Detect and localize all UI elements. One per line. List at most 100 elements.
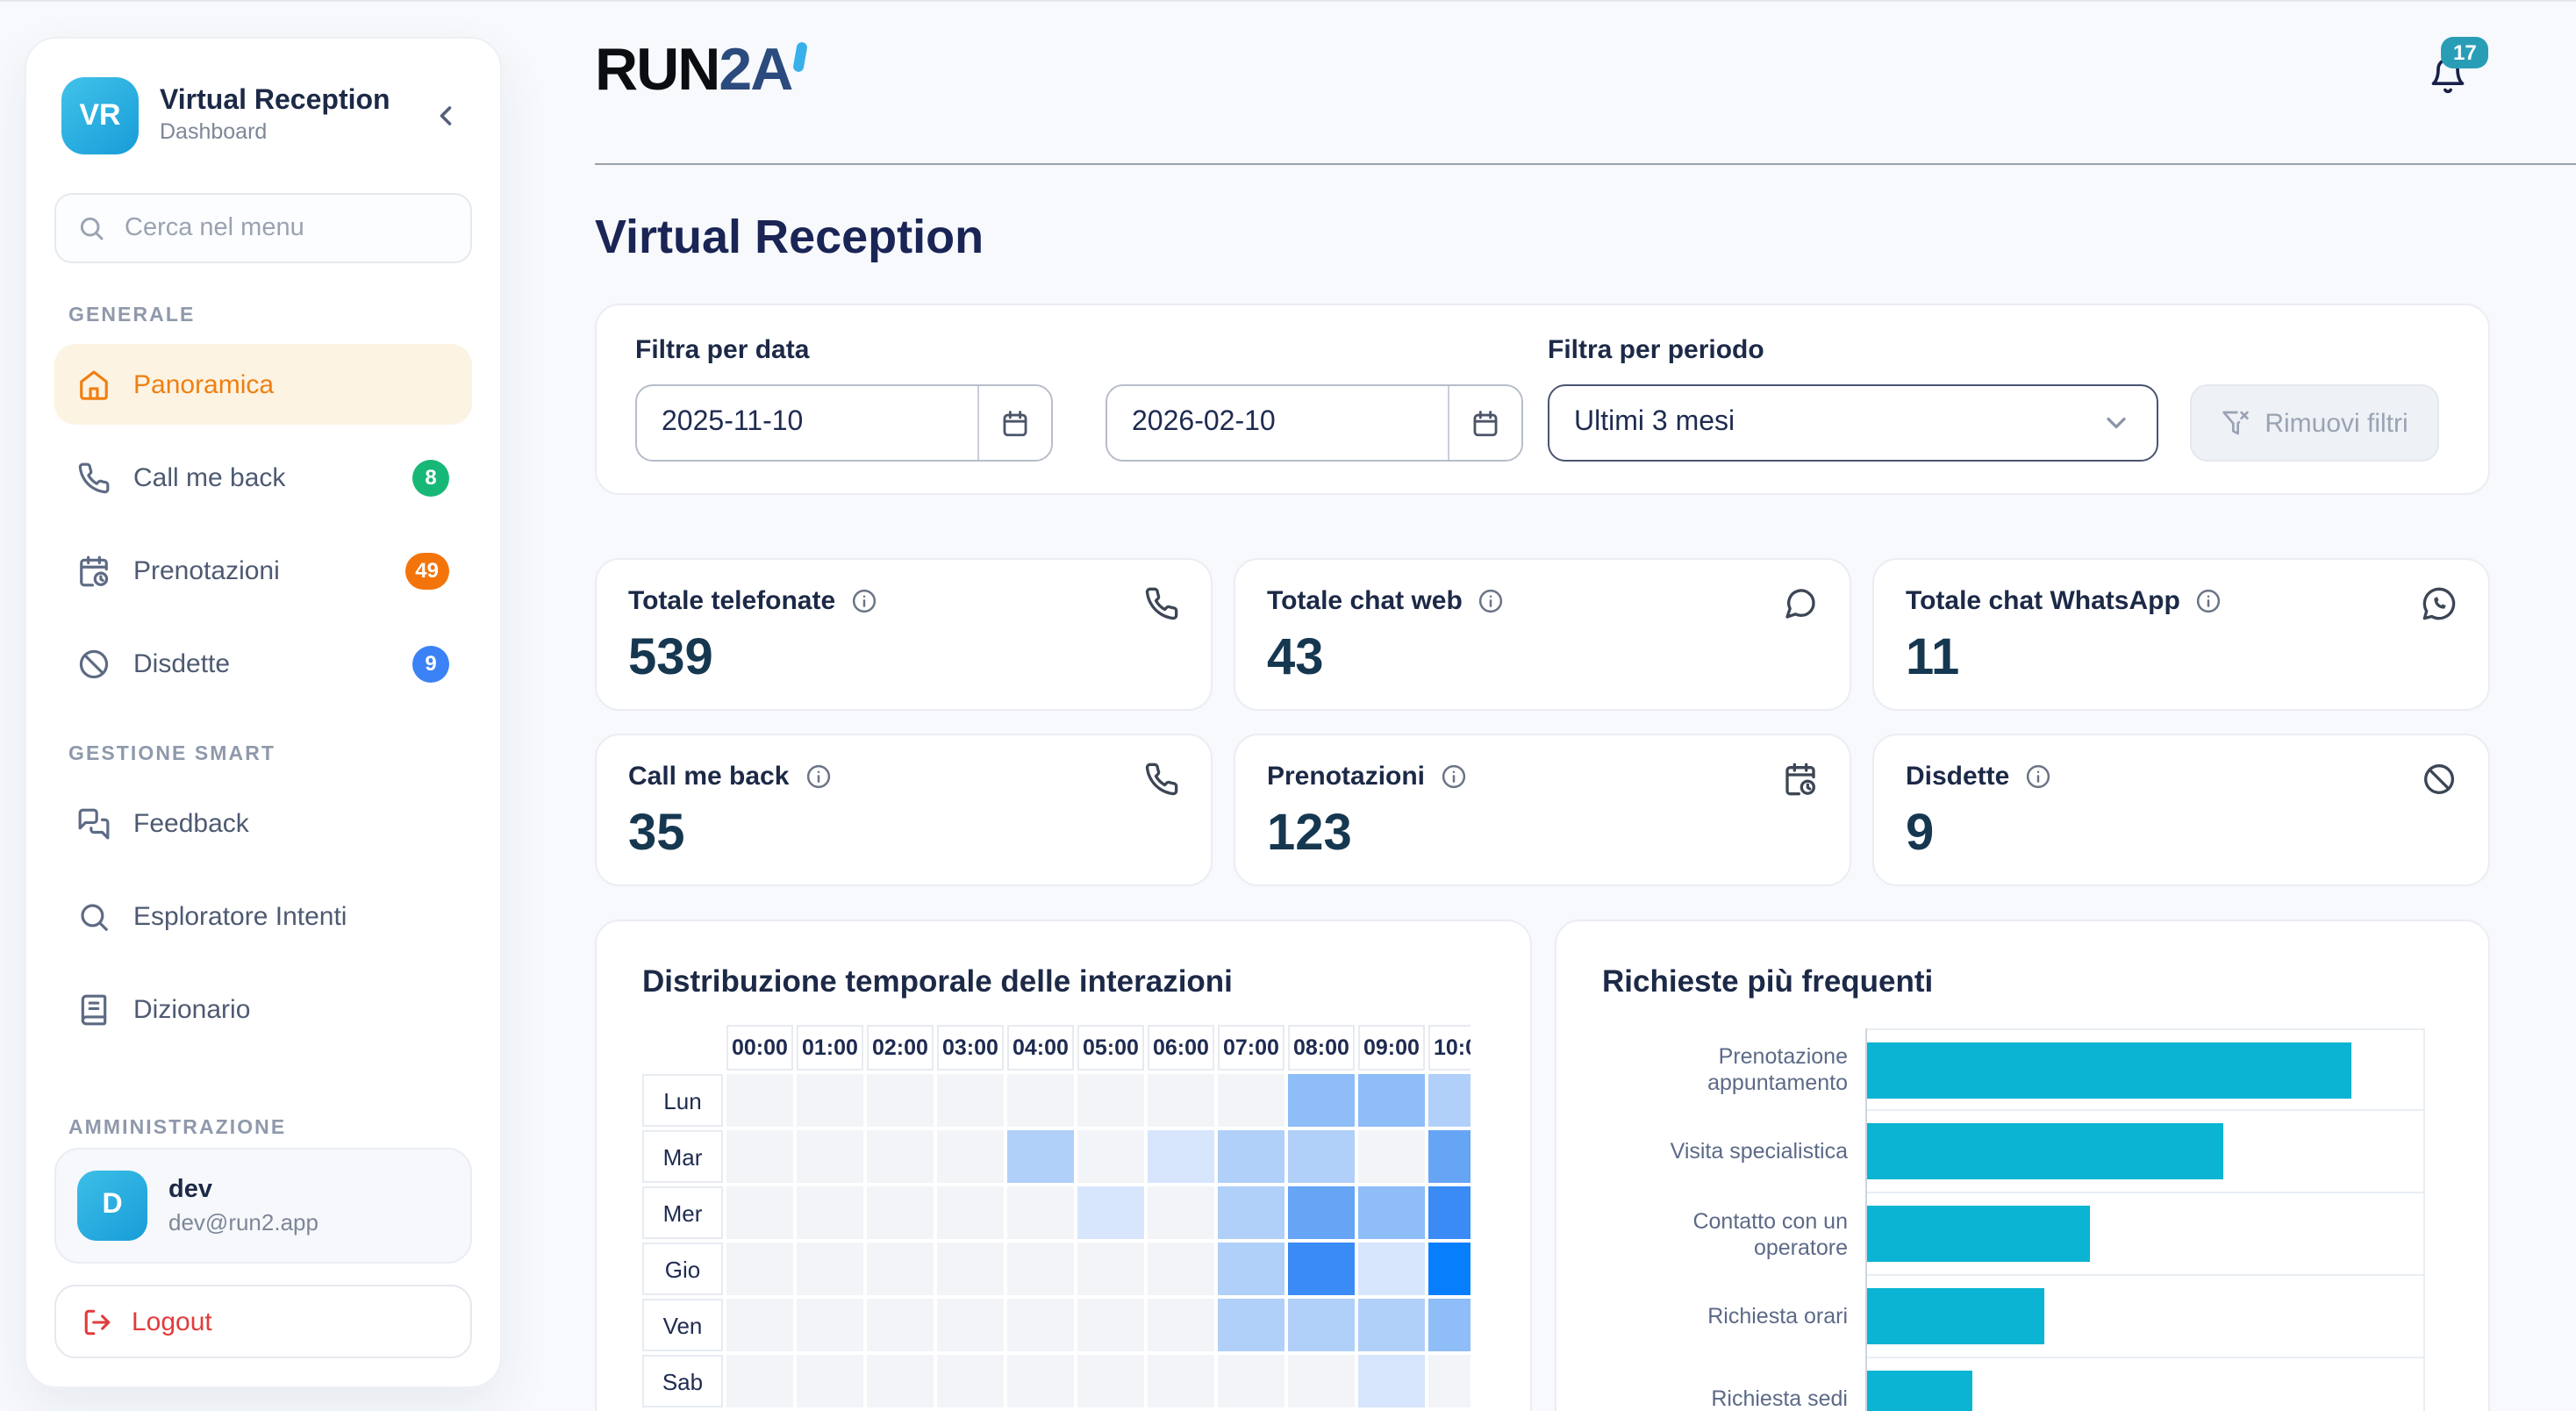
calendar-clock-icon — [77, 554, 111, 587]
heatmap-hour-label: 04:00 — [1007, 1025, 1074, 1071]
stat-title: Totale telefonate — [628, 586, 835, 616]
stat-value: 123 — [1267, 806, 1818, 863]
sidebar-item-disdette[interactable]: Disdette 9 — [54, 623, 472, 704]
heatmap-chart: 00:0001:0002:0003:0004:0005:0006:0007:00… — [642, 1025, 1470, 1411]
logout-button[interactable]: Logout — [54, 1285, 472, 1358]
ban-icon — [2422, 762, 2457, 797]
sidebar-item-panoramica[interactable]: Panoramica — [54, 344, 472, 425]
heatmap-cell — [726, 1299, 793, 1351]
heatmap-cell — [1288, 1299, 1355, 1351]
stat-title: Disdette — [1906, 762, 2009, 791]
sidebar-item-label: Feedback — [133, 808, 249, 838]
search-input[interactable] — [121, 212, 449, 244]
sidebar-item-feedback[interactable]: Feedback — [54, 783, 472, 863]
heatmap-hour-label: 02:00 — [867, 1025, 934, 1071]
heatmap-cell — [1007, 1355, 1074, 1407]
header-divider — [595, 162, 2576, 165]
filter-date-row: 2025-11-10 2026-02-10 — [635, 384, 1523, 462]
heatmap-hour-label: 10:00 — [1428, 1025, 1470, 1071]
phone-icon — [77, 461, 111, 494]
stat-value: 35 — [628, 806, 1179, 863]
sidebar-collapse-button[interactable] — [426, 97, 465, 135]
user-card[interactable]: D dev dev@run2.app — [54, 1148, 472, 1264]
heatmap-cell — [1007, 1130, 1074, 1183]
feedback-icon — [77, 806, 111, 840]
main-area: RUN2A 17 Virtual Reception Filtra per da… — [547, 2, 2576, 1411]
remove-filters-label: Rimuovi filtri — [2265, 408, 2408, 438]
bar-category-label: Contatto con un operatore — [1602, 1193, 1865, 1276]
sidebar-item-esploratore-intenti[interactable]: Esploratore Intenti — [54, 876, 472, 956]
date-from-field[interactable]: 2025-11-10 — [635, 384, 1053, 462]
heatmap-cell — [1148, 1074, 1214, 1127]
bar-category-label: Richiesta orari — [1602, 1276, 1865, 1358]
date-from-value[interactable]: 2025-11-10 — [637, 407, 977, 439]
chat-icon — [1783, 586, 1818, 621]
heatmap-cell — [1428, 1243, 1470, 1295]
heatmap-title: Distribuzione temporale delle interazion… — [642, 963, 1485, 1000]
bar-row — [1867, 1358, 2423, 1411]
filter-date-group: Filtra per data 2025-11-10 2026-02-10 — [635, 335, 1523, 462]
heatmap-cell — [937, 1130, 1004, 1183]
info-icon[interactable] — [1441, 763, 1467, 790]
filter-x-icon — [2221, 409, 2249, 437]
heatmap-hour-label: 07:00 — [1218, 1025, 1284, 1071]
heatmap-cell — [1218, 1355, 1284, 1407]
run2a-logo: RUN2A — [595, 40, 805, 100]
sidebar-item-call-me-back[interactable]: Call me back 8 — [54, 437, 472, 518]
heatmap-hour-label: 05:00 — [1077, 1025, 1144, 1071]
sidebar-item-dizionario[interactable]: Dizionario — [54, 969, 472, 1049]
heatmap-cell — [1077, 1243, 1144, 1295]
logout-label: Logout — [132, 1307, 212, 1336]
heatmap-cell — [1218, 1299, 1284, 1351]
call-me-back-badge: 8 — [412, 459, 449, 496]
sidebar-header: VR Virtual Reception Dashboard — [54, 77, 472, 154]
heatmap-cell — [797, 1299, 863, 1351]
info-icon[interactable] — [805, 763, 831, 790]
date-from-calendar-button[interactable] — [977, 386, 1051, 460]
sidebar-search[interactable] — [54, 193, 472, 263]
heatmap-hour-label: 09:00 — [1358, 1025, 1425, 1071]
heatmap-day-label: Mar — [642, 1130, 723, 1183]
stats-grid: Totale telefonate 539 Totale chat web — [595, 558, 2490, 886]
stat-title: Totale chat web — [1267, 586, 1463, 616]
sidebar-item-label: Esploratore Intenti — [133, 901, 347, 931]
heatmap-cell — [1077, 1130, 1144, 1183]
heatmap-cell — [1218, 1074, 1284, 1127]
heatmap-cell — [1288, 1130, 1355, 1183]
sidebar-item-label: Panoramica — [133, 369, 274, 399]
info-icon[interactable] — [851, 588, 877, 614]
info-icon[interactable] — [2025, 763, 2051, 790]
logo-text-a: A — [750, 40, 791, 100]
remove-filters-button[interactable]: Rimuovi filtri — [2190, 384, 2439, 462]
heatmap-cell — [797, 1243, 863, 1295]
bar-row — [1867, 1276, 2423, 1358]
heatmap-cell — [937, 1299, 1004, 1351]
heatmap-cell — [937, 1355, 1004, 1407]
filter-date-label: Filtra per data — [635, 335, 1523, 365]
stat-title: Totale chat WhatsApp — [1906, 586, 2180, 616]
heatmap-day-label: Lun — [642, 1074, 723, 1127]
info-icon[interactable] — [1478, 588, 1505, 614]
heatmap-cell — [1007, 1074, 1074, 1127]
sidebar-item-label: Disdette — [133, 648, 230, 678]
sidebar-item-label: Call me back — [133, 462, 285, 492]
search-icon — [77, 214, 105, 242]
heatmap-hour-label: 08:00 — [1288, 1025, 1355, 1071]
date-to-field[interactable]: 2026-02-10 — [1106, 384, 1523, 462]
date-to-calendar-button[interactable] — [1448, 386, 1521, 460]
info-icon[interactable] — [2196, 588, 2222, 614]
section-label-amministrazione-clipped: AMMINISTRAZIONE — [54, 1118, 472, 1134]
date-to-value[interactable]: 2026-02-10 — [1107, 407, 1448, 439]
filter-card: Filtra per data 2025-11-10 2026-02-10 — [595, 304, 2490, 495]
logo-text-run: RUN — [595, 40, 719, 100]
topbar: RUN2A 17 — [547, 2, 2576, 165]
period-select[interactable]: Ultimi 3 mesi — [1548, 384, 2158, 462]
heatmap-cell — [1358, 1130, 1425, 1183]
notifications-button[interactable]: 17 — [2429, 54, 2467, 97]
page-content: Virtual Reception Filtra per data 2025-1… — [595, 211, 2490, 1411]
heatmap-cell — [1358, 1243, 1425, 1295]
phone-icon — [1144, 586, 1179, 621]
sidebar-item-prenotazioni[interactable]: Prenotazioni 49 — [54, 530, 472, 611]
heatmap-card: Distribuzione temporale delle interazion… — [595, 920, 1532, 1411]
heatmap-cell — [1007, 1243, 1074, 1295]
